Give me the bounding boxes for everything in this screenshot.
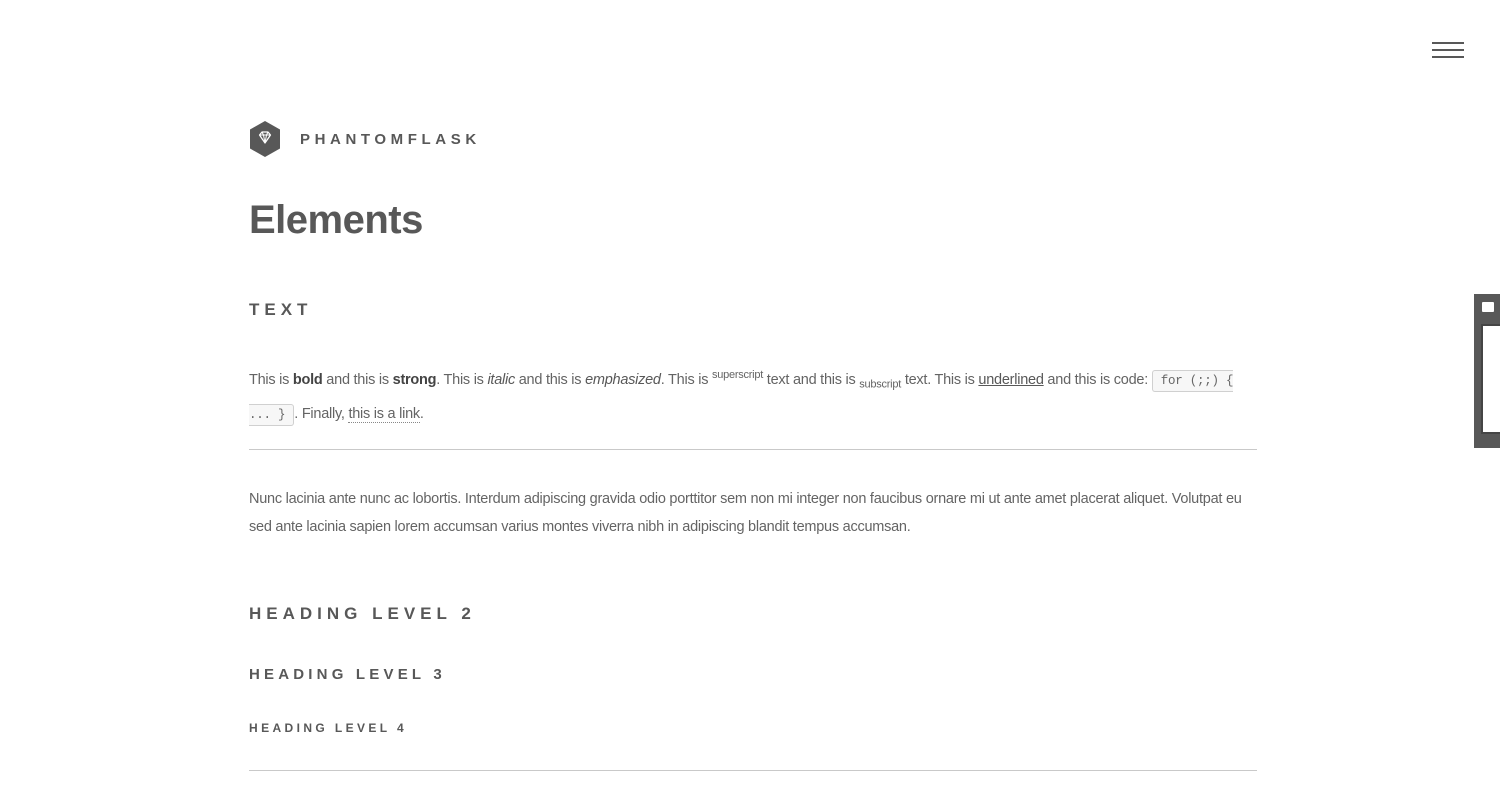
superscript-text: superscript <box>711 369 764 381</box>
hamburger-menu-icon-bar <box>1432 56 1464 58</box>
side-panel-tab[interactable] <box>1474 294 1500 448</box>
text-span: . <box>419 405 424 422</box>
side-panel-preview <box>1481 324 1500 434</box>
heading-level-3: HEADING LEVEL 3 <box>249 666 446 683</box>
site-name: PHANTOMFLASK <box>300 130 481 148</box>
text-span: and this is code: <box>1043 371 1152 388</box>
text-span: . Finally, <box>294 405 349 422</box>
text-span: and this is <box>322 371 393 388</box>
text-span: This is <box>249 371 293 388</box>
hamburger-menu-icon <box>1432 42 1464 44</box>
text-span: . This is <box>436 371 488 388</box>
divider <box>249 449 1257 450</box>
emphasized-text: emphasized <box>585 371 661 388</box>
heading-level-4: HEADING LEVEL 4 <box>249 721 408 735</box>
bold-text: bold <box>292 371 323 388</box>
window-icon <box>1482 302 1494 312</box>
strong-text: strong <box>392 371 437 388</box>
inline-link[interactable]: this is a link <box>348 405 420 423</box>
divider <box>249 770 1257 771</box>
heading-level-2: HEADING LEVEL 2 <box>249 604 476 623</box>
hamburger-menu-icon-bar <box>1432 49 1464 51</box>
page-title: Elements <box>249 198 423 242</box>
text-span: . This is <box>660 371 712 388</box>
subscript-text: subscript <box>859 378 902 391</box>
lorem-paragraph: Nunc lacinia ante nunc ac lobortis. Inte… <box>249 491 1242 535</box>
text-formatting-paragraph: This is bold and this is strong. This is… <box>249 361 1257 430</box>
text-span: text and this is <box>763 371 860 388</box>
text-span: and this is <box>514 371 586 388</box>
menu-button[interactable] <box>1430 38 1466 64</box>
text-section-heading: TEXT <box>249 300 313 319</box>
text-span: text. This is <box>901 371 979 388</box>
underlined-text: underlined <box>978 371 1044 388</box>
site-logo[interactable]: PHANTOMFLASK <box>249 121 481 157</box>
diamond-icon <box>250 121 280 157</box>
italic-text: italic <box>487 371 515 388</box>
